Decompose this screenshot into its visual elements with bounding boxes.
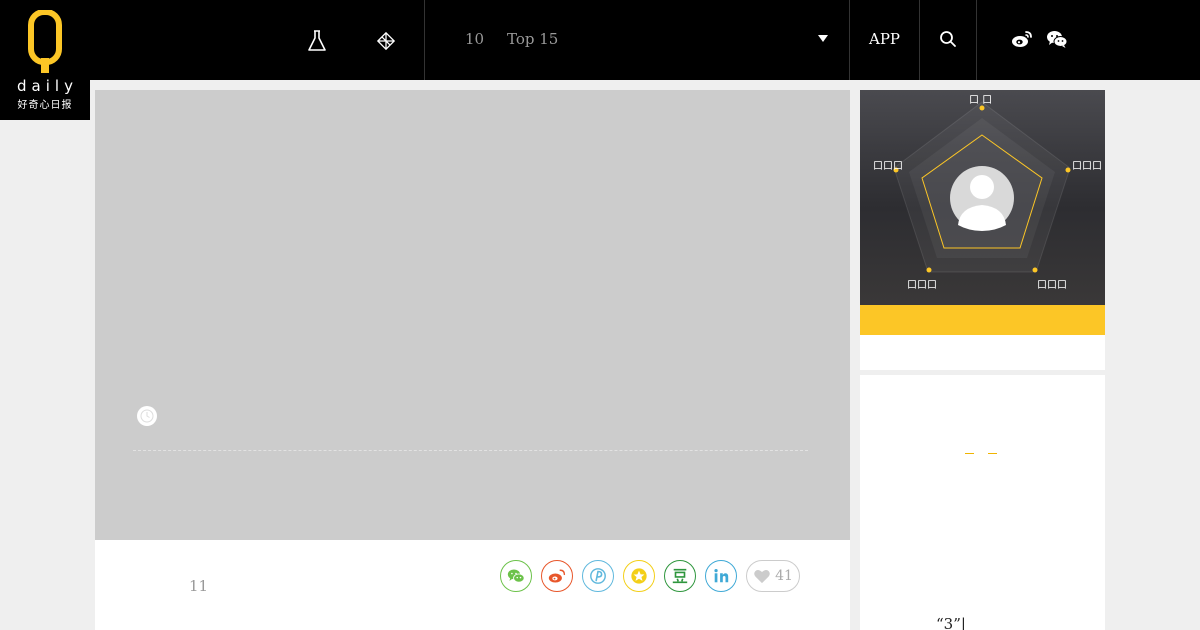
nav-count-label[interactable]: 10 [465,30,484,48]
logo-wordmark: daily [17,77,78,95]
pinterest-p-icon [590,568,606,584]
radar-graphic [893,101,1071,273]
share-douban-button[interactable] [664,560,696,592]
nav-divider [424,0,425,80]
share-favorite-button[interactable] [623,560,655,592]
linkedin-icon [714,568,729,583]
heart-icon [754,569,770,584]
weibo-icon[interactable] [1011,29,1033,49]
wechat-icon [507,569,525,583]
like-count: 41 [775,568,793,584]
chevron-down-icon[interactable] [818,35,828,42]
top-navbar: 10 Top 15 APP [0,0,1200,80]
share-wechat-button[interactable] [500,560,532,592]
site-logo[interactable]: daily 好奇心日报 [0,0,90,120]
douban-icon [672,568,688,584]
quote-text: “3”| [936,615,966,630]
profile-action-bar[interactable] [860,305,1105,335]
nav-top15-link[interactable]: Top 15 [507,30,558,48]
radar-label-bottom-left: 口口口 [907,280,937,291]
like-button[interactable]: 41 [746,560,800,592]
radar-label-left: 口口口 [873,161,903,172]
share-linkedin-button[interactable] [705,560,737,592]
nav-divider [919,0,920,80]
weibo-icon [548,569,566,583]
wechat-icon[interactable] [1046,29,1068,49]
hero-divider [133,450,808,451]
clock-icon [137,406,157,426]
share-pinterest-button[interactable] [582,560,614,592]
radar-label-right: 口口口 [1072,161,1102,172]
radar-label-top: 口 口 [969,95,993,106]
hero-image[interactable] [95,90,850,540]
radar-chart: 口 口 口口口 口口口 口口口 口口口 [860,90,1105,305]
star-icon [631,568,647,584]
article-meta-count: 11 [189,577,209,595]
nav-divider [976,0,977,80]
radar-label-bottom-right: 口口口 [1037,280,1067,291]
profile-radar-card: 口 口 口口口 口口口 口口口 口口口 [860,90,1105,370]
search-icon[interactable] [939,30,957,48]
quote-dash [965,453,974,454]
share-weibo-button[interactable] [541,560,573,592]
diamond-icon[interactable] [376,30,396,52]
article-card: 11 41 [95,90,850,630]
logo-subtitle: 好奇心日报 [17,100,73,111]
sidebar-quote-card: “3”| [860,375,1105,630]
app-link[interactable]: APP [850,30,919,48]
flask-icon[interactable] [307,30,327,52]
q-logo-icon [28,10,62,73]
quote-dash [988,453,997,454]
